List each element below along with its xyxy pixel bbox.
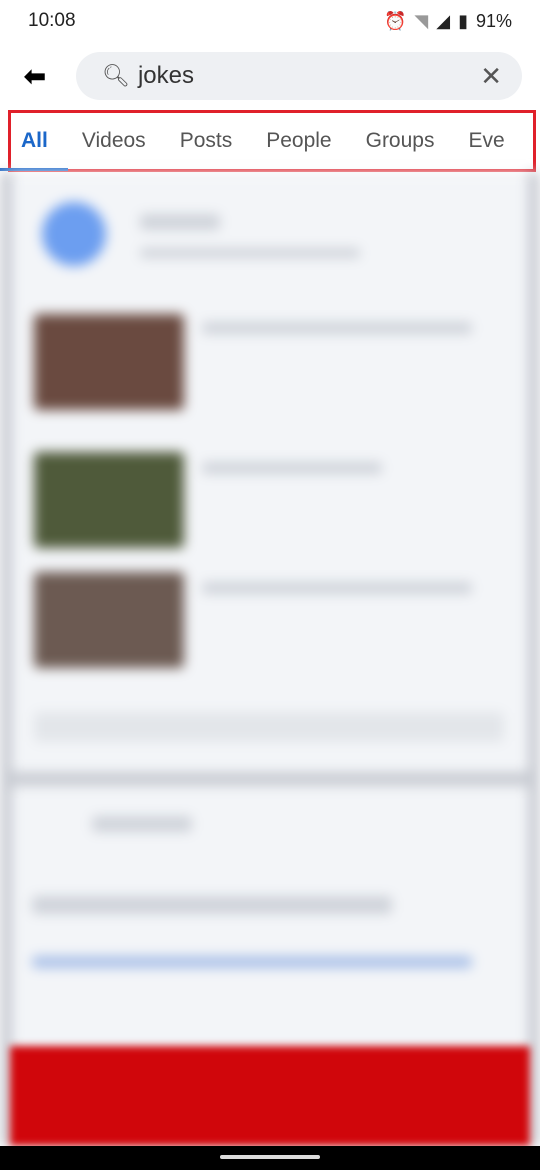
tab-groups[interactable]: Groups: [349, 129, 452, 153]
search-header: ⬅ 🔍︎ jokes ✕: [0, 42, 540, 110]
tab-posts[interactable]: Posts: [163, 129, 250, 153]
active-tab-indicator: [0, 168, 68, 171]
tab-events[interactable]: Eve: [451, 129, 521, 153]
tab-videos[interactable]: Videos: [65, 129, 163, 153]
search-icon: 🔍︎: [102, 63, 130, 88]
navigation-bar: [0, 1146, 540, 1170]
battery-icon: ▮: [458, 10, 468, 31]
tab-people[interactable]: People: [249, 129, 348, 153]
search-input[interactable]: 🔍︎ jokes ✕: [76, 52, 522, 100]
tab-all[interactable]: All: [11, 129, 65, 153]
wifi-off-icon: ◥: [414, 10, 429, 31]
battery-level: 91%: [475, 10, 512, 31]
signal-icon: ◢: [436, 10, 451, 31]
close-icon[interactable]: ✕: [480, 61, 502, 92]
search-query[interactable]: jokes: [138, 62, 480, 90]
blurred-results: [0, 172, 540, 1146]
search-filter-tabs: All Videos Posts People Groups Eve: [8, 110, 536, 172]
result-card: [12, 172, 528, 772]
clock: 10:08: [28, 10, 76, 31]
blurred-banner: [10, 1046, 530, 1146]
home-handle[interactable]: [220, 1155, 320, 1159]
alarm-icon: ⏰: [383, 10, 407, 31]
status-bar: 10:08 ⏰ ◥ ◢ ▮ 91%: [0, 0, 540, 42]
back-arrow-icon[interactable]: ⬅: [24, 61, 76, 92]
